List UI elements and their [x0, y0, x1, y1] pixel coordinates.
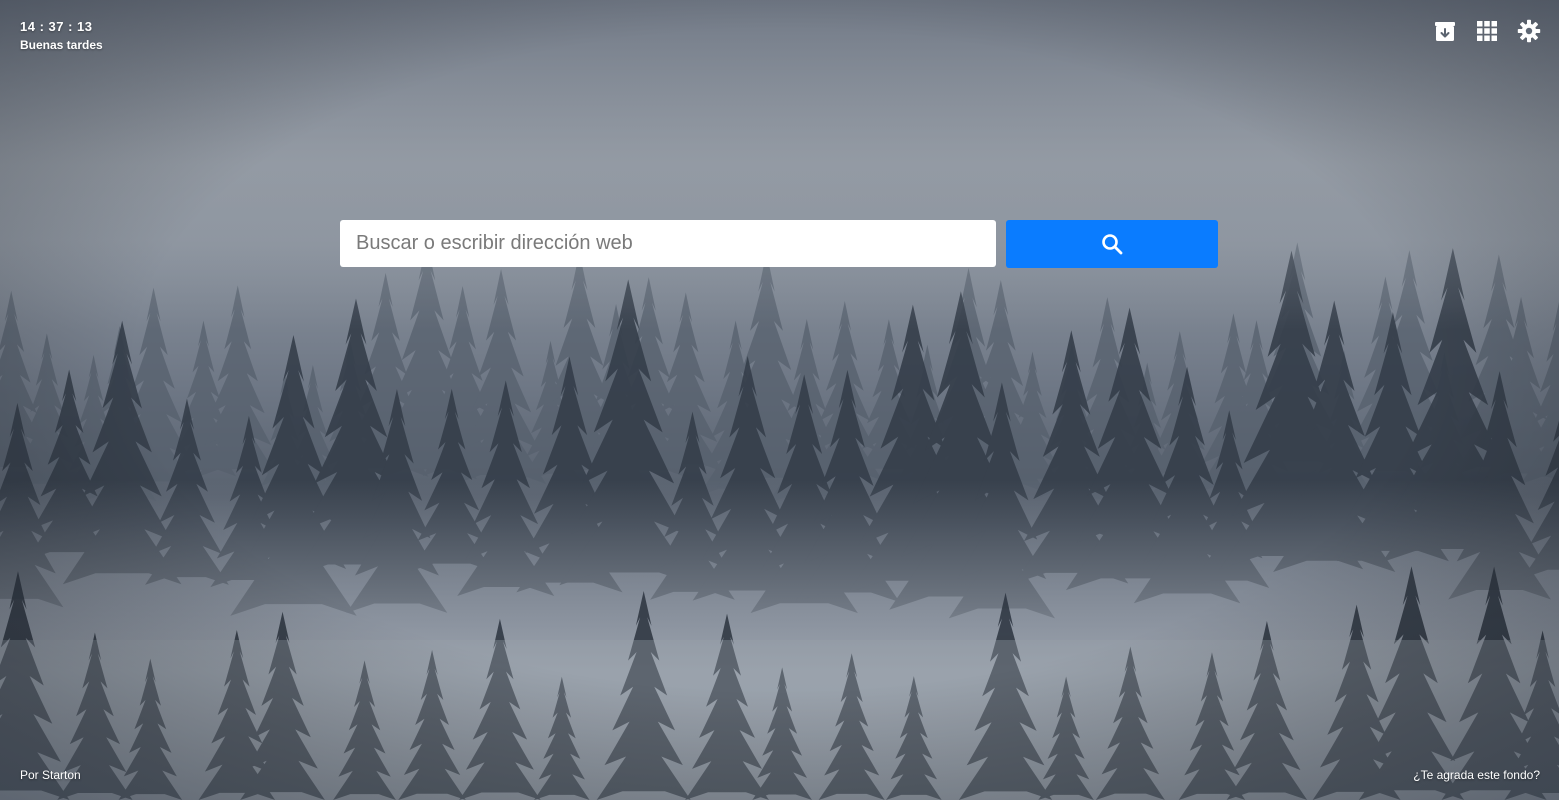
search-input[interactable] — [340, 220, 996, 267]
background-feedback-link[interactable]: ¿Te agrada este fondo? — [1413, 768, 1540, 782]
clock-widget: 14 : 37 : 13 Buenas tardes — [20, 18, 103, 53]
search-bar — [340, 220, 1218, 268]
photo-credit[interactable]: Por Starton — [20, 768, 81, 782]
greeting-text: Buenas tardes — [20, 38, 103, 52]
clock-time: 14 : 37 : 13 — [20, 19, 93, 34]
background-image — [0, 0, 1559, 800]
apps-grid-icon[interactable] — [1475, 18, 1499, 44]
search-button[interactable] — [1006, 220, 1218, 268]
new-tab-page: 14 : 37 : 13 Buenas tardes Buscar o escr… — [0, 0, 1559, 800]
gear-icon[interactable] — [1517, 18, 1541, 44]
search-icon — [1102, 234, 1123, 255]
archive-download-icon[interactable] — [1433, 18, 1457, 44]
top-toolbar — [1433, 18, 1541, 44]
